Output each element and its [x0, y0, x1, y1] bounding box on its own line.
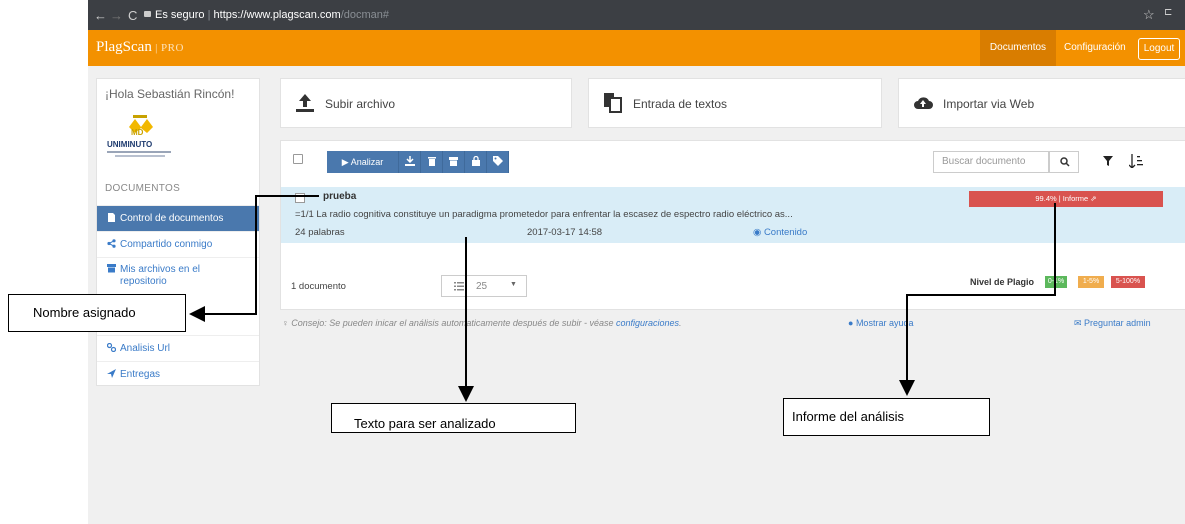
annotation-arrows	[189, 195, 1056, 402]
arrow-report	[899, 203, 1056, 396]
annotation-texto-analizado: Texto para ser analizado	[331, 403, 576, 433]
annotation-nombre-asignado: Nombre asignado	[8, 294, 186, 332]
arrow-name	[189, 195, 319, 322]
annotation-informe-analisis: Informe del análisis	[783, 398, 990, 436]
